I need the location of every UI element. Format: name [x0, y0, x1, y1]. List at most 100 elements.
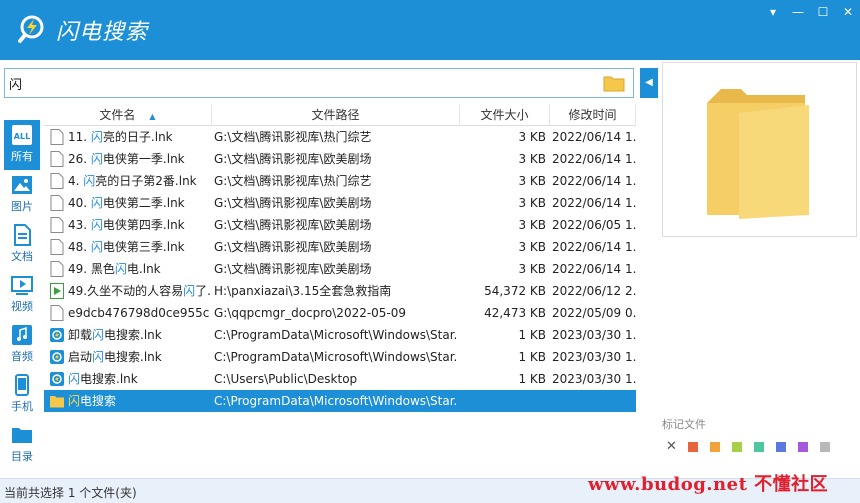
tag-color-purple[interactable] [798, 442, 808, 452]
file-path-cell: C:\ProgramData\Microsoft\Windows\Star... [214, 394, 458, 408]
category-folder[interactable]: 目录 [4, 420, 40, 470]
search-input[interactable] [9, 73, 589, 93]
file-size-cell: 3 KB [518, 130, 546, 144]
clear-tag-icon[interactable]: ✕ [666, 439, 677, 454]
file-name-text: 电侠第二季.lnk [102, 196, 185, 210]
file-icon [50, 151, 64, 167]
tag-color-green[interactable] [732, 442, 742, 452]
results-table: 文件名 ▲ 文件路径 文件大小 修改时间 11. 闪亮的日子.lnk G:\文档\腾… [44, 104, 636, 464]
menu-dropdown-button[interactable]: ▾ [763, 4, 783, 20]
file-path-cell: H:\panxiazai\3.15全套急救指南 [214, 284, 392, 298]
file-size-cell: 54,372 KB [484, 284, 546, 298]
file-name-text: 49. 黑色 [68, 262, 115, 276]
column-header-path[interactable]: 文件路径 [212, 104, 460, 126]
browse-folder-icon[interactable] [603, 74, 625, 92]
file-name-cell: 启动闪电搜索.lnk [68, 346, 210, 368]
table-row[interactable]: 49.久坐不动的人容易闪了... H:\panxiazai\3.15全套急救指南 5… [44, 280, 636, 302]
table-row[interactable]: 闪电搜索 C:\ProgramData\Microsoft\Windows\Sta… [44, 390, 636, 412]
file-size-cell: 1 KB [518, 350, 546, 364]
phone-icon [15, 374, 29, 396]
file-name-cell: 40. 闪电侠第二季.lnk [68, 192, 210, 214]
maximize-button[interactable]: ☐ [813, 4, 833, 20]
table-row[interactable]: 闪电搜索.lnk C:\Users\Public\Desktop 1 KB 2023/… [44, 368, 636, 390]
category-phone[interactable]: 手机 [4, 370, 40, 420]
category-image[interactable]: 图片 [4, 170, 40, 220]
file-icon [50, 261, 64, 277]
file-name-cell: 26. 闪电侠第一季.lnk [68, 148, 210, 170]
file-name-text: 40. [68, 196, 91, 210]
file-name-text: 电侠第三季.lnk [102, 240, 185, 254]
tag-color-gray[interactable] [820, 442, 830, 452]
folder-icon [50, 393, 64, 409]
file-name-text: 亮的日子.lnk [102, 130, 173, 144]
file-path-cell: G:\文档\腾讯影视库\热门综艺 [214, 174, 372, 188]
category-video[interactable]: 视频 [4, 270, 40, 320]
tag-color-blue[interactable] [776, 442, 786, 452]
file-name-text: 48. [68, 240, 91, 254]
app-shortcut-icon [50, 349, 64, 365]
sort-ascending-icon: ▲ [149, 112, 156, 121]
category-all[interactable]: ALL 所有 [4, 120, 40, 170]
category-audio[interactable]: 音频 [4, 320, 40, 370]
vertical-scrollbar[interactable] [636, 104, 658, 464]
video-file-icon [50, 283, 64, 299]
search-match-highlight: 闪 [68, 394, 81, 408]
file-size-cell: 42,473 KB [484, 306, 546, 320]
modified-time-cell [552, 390, 636, 412]
tag-color-orange-red[interactable] [688, 442, 698, 452]
file-icon [50, 195, 64, 211]
table-row[interactable]: 卸载闪电搜索.lnk C:\ProgramData\Microsoft\Windo… [44, 324, 636, 346]
column-header-name[interactable]: 文件名 ▲ [44, 104, 212, 126]
category-label: 音频 [11, 350, 33, 363]
document-icon [14, 224, 31, 246]
table-row[interactable]: 43. 闪电侠第四季.lnk G:\文档\腾讯影视库\欧美剧场 3 KB 2022/0… [44, 214, 636, 236]
table-row[interactable]: 40. 闪电侠第二季.lnk G:\文档\腾讯影视库\欧美剧场 3 KB 2022/0… [44, 192, 636, 214]
search-match-highlight: 闪 [83, 174, 96, 188]
image-icon [12, 176, 32, 194]
modified-time-cell: 2022/06/14 1... [552, 240, 636, 254]
file-name-cell: e9dcb476798d0ce955c... [68, 302, 210, 324]
column-header-size[interactable]: 文件大小 [460, 104, 550, 126]
file-size-cell: 3 KB [518, 196, 546, 210]
category-document[interactable]: 文档 [4, 220, 40, 270]
search-match-highlight: 闪 [114, 262, 127, 276]
file-name-text: 电搜索.lnk [80, 372, 138, 386]
search-match-highlight: 闪 [90, 130, 103, 144]
file-path-cell: G:\文档\腾讯影视库\欧美剧场 [214, 152, 372, 166]
table-header: 文件名 ▲ 文件路径 文件大小 修改时间 [44, 104, 636, 126]
modified-time-cell: 2023/03/30 1... [552, 372, 636, 386]
tag-color-orange[interactable] [710, 442, 720, 452]
modified-time-cell: 2022/06/05 1... [552, 218, 636, 232]
file-size-cell: 3 KB [518, 218, 546, 232]
table-row[interactable]: 启动闪电搜索.lnk C:\ProgramData\Microsoft\Windo… [44, 346, 636, 368]
file-size-cell: 1 KB [518, 372, 546, 386]
all-icon: ALL [12, 125, 32, 145]
file-size-cell: 1 KB [518, 328, 546, 342]
watermark-text: www.budog.net 不懂社区 [588, 474, 829, 495]
column-header-time[interactable]: 修改时间 [550, 104, 636, 126]
table-row[interactable]: 4. 闪亮的日子第2番.lnk G:\文档\腾讯影视库\热门综艺 3 KB 2022/… [44, 170, 636, 192]
table-row[interactable]: 49. 黑色闪电.lnk G:\文档\腾讯影视库\欧美剧场 3 KB 2022/06/… [44, 258, 636, 280]
file-path-cell: G:\qqpcmgr_docpro\2022-05-09 [214, 306, 407, 320]
table-row[interactable]: e9dcb476798d0ce955c... G:\qqpcmgr_docpro\… [44, 302, 636, 324]
tag-color-teal[interactable] [754, 442, 764, 452]
table-row[interactable]: 26. 闪电侠第一季.lnk G:\文档\腾讯影视库\欧美剧场 3 KB 2022/0… [44, 148, 636, 170]
file-name-text: 了... [195, 284, 210, 298]
file-path-cell: G:\文档\腾讯影视库\欧美剧场 [214, 196, 372, 210]
close-button[interactable]: ✕ [838, 4, 858, 20]
minimize-button[interactable]: — [788, 4, 808, 20]
table-row[interactable]: 11. 闪亮的日子.lnk G:\文档\腾讯影视库\热门综艺 3 KB 2022/06… [44, 126, 636, 148]
category-label: 视频 [11, 300, 33, 313]
tag-files-label: 标记文件 [662, 418, 706, 431]
file-path-cell: G:\文档\腾讯影视库\热门综艺 [214, 130, 372, 144]
file-size-cell: 3 KB [518, 152, 546, 166]
file-size-cell: 3 KB [518, 262, 546, 276]
collapse-panel-button[interactable]: ◀ [640, 68, 658, 98]
modified-time-cell: 2022/06/14 1... [552, 174, 636, 188]
file-path-cell: G:\文档\腾讯影视库\欧美剧场 [214, 262, 372, 276]
file-icon [50, 217, 64, 233]
title-bar: 闪电搜索 ▾ — ☐ ✕ [0, 0, 860, 60]
file-name-text: 43. [68, 218, 91, 232]
file-name-text: 电侠第四季.lnk [102, 218, 185, 232]
table-row[interactable]: 48. 闪电侠第三季.lnk G:\文档\腾讯影视库\欧美剧场 3 KB 2022/0… [44, 236, 636, 258]
